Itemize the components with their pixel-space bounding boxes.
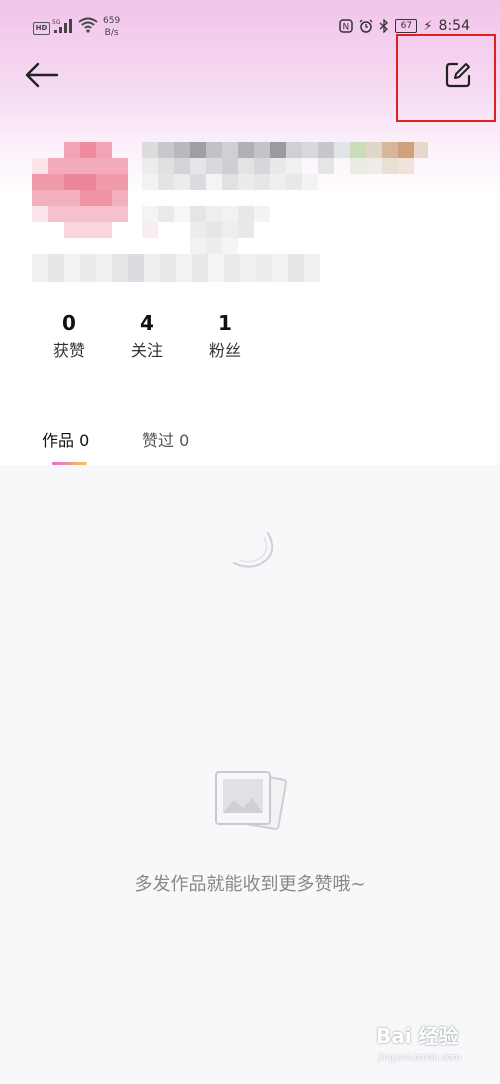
arrow-left-icon <box>25 62 59 88</box>
svg-text:N: N <box>343 23 350 33</box>
signal-icon: 5G <box>52 19 72 33</box>
svg-text:5G: 5G <box>52 19 61 26</box>
stat-following-label: 关注 <box>130 341 163 360</box>
empty-state-text: 多发作品就能收到更多赞哦~ <box>134 874 366 895</box>
network-speed-value: 659 <box>103 16 121 26</box>
watermark-logo: Bai 经验 <box>376 1024 459 1048</box>
bio-pixelated <box>32 254 320 282</box>
loading-spinner-icon <box>233 532 274 568</box>
tab-liked[interactable]: 赞过 0 <box>142 430 189 452</box>
bluetooth-icon <box>379 19 389 33</box>
hd-indicator: HD <box>33 22 50 35</box>
user-id-pixelated <box>142 206 270 254</box>
avatar[interactable] <box>32 142 128 238</box>
wifi-icon <box>78 17 98 33</box>
stat-likes[interactable]: 0 获赞 <box>39 310 99 364</box>
network-speed-unit: B/s <box>104 28 119 38</box>
battery-indicator: 67 <box>395 19 418 33</box>
stat-following-value: 4 <box>140 311 154 335</box>
username-pixelated <box>142 142 428 190</box>
stat-likes-label: 获赞 <box>52 341 85 360</box>
stat-followers[interactable]: 1 粉丝 <box>195 310 255 364</box>
status-icons-right: N 67 ⚡ 8:54 <box>339 18 470 34</box>
stat-followers-value: 1 <box>218 311 232 335</box>
tab-works[interactable]: 作品 0 <box>42 430 89 452</box>
charging-icon: ⚡ <box>423 18 433 34</box>
stat-followers-label: 粉丝 <box>208 341 241 360</box>
watermark-url: jingyan.baidu.com <box>378 1053 462 1063</box>
image-placeholder-icon <box>215 770 288 831</box>
nfc-icon: N <box>339 19 354 33</box>
network-speed: 659 B/s <box>103 15 120 39</box>
back-button[interactable] <box>22 57 62 93</box>
alarm-icon <box>359 19 373 33</box>
annotation-highlight-box <box>396 34 496 122</box>
clock: 8:54 <box>438 18 470 34</box>
stat-likes-value: 0 <box>62 311 76 335</box>
stat-following[interactable]: 4 关注 <box>117 310 177 364</box>
